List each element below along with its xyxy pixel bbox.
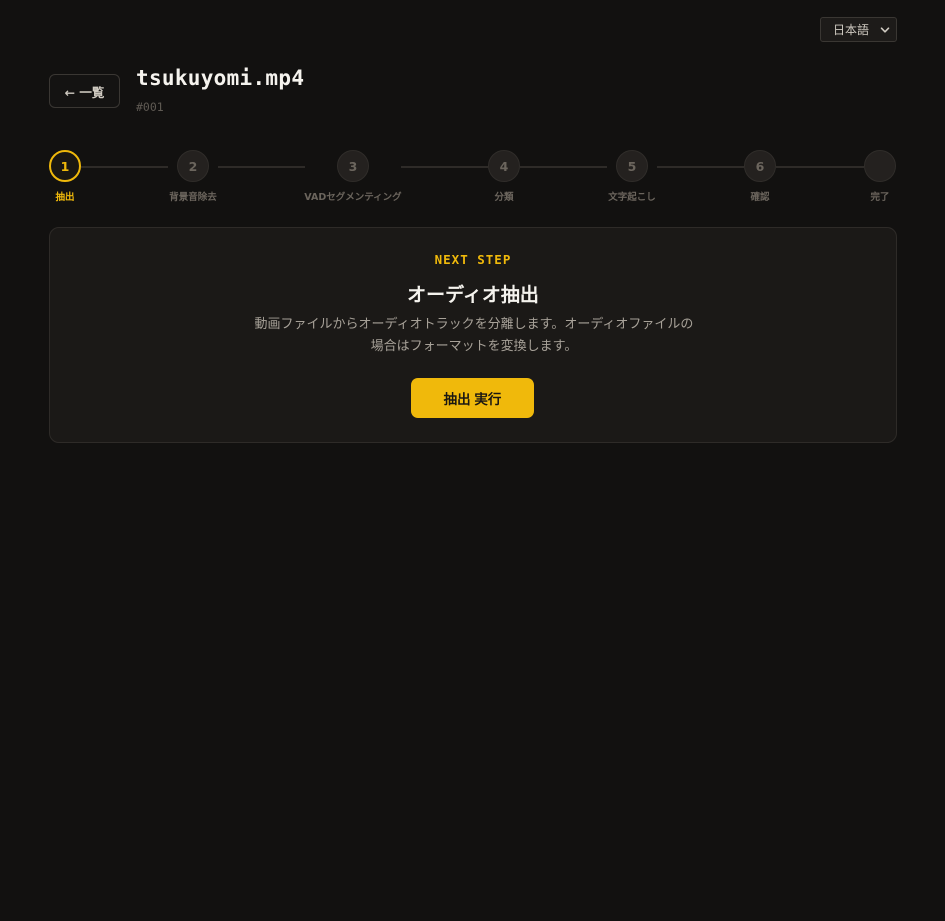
card-description: 動画ファイルからオーディオトラックを分離します。オーディオファイルの場合はフォー… bbox=[254, 317, 694, 354]
step-connector bbox=[218, 166, 305, 168]
step-connector bbox=[776, 166, 864, 168]
step-label: 背景音除去 bbox=[169, 192, 217, 203]
pipeline-stepper: 1 抽出 2 背景音除去 3 VADセグメンティング 4 分類 5 文字起こし … bbox=[0, 0, 945, 210]
step-circle: 3 bbox=[337, 150, 369, 182]
step-label: VADセグメンティング bbox=[304, 192, 402, 203]
step-connector bbox=[81, 166, 168, 168]
step-connector bbox=[657, 166, 744, 168]
step-connector bbox=[401, 166, 488, 168]
next-step-eyebrow: NEXT STEP bbox=[434, 252, 512, 267]
next-step-card: NEXT STEP オーディオ抽出 動画ファイルからオーディオトラックを分離しま… bbox=[49, 227, 897, 443]
run-extract-button[interactable]: 抽出 実行 bbox=[411, 378, 534, 418]
step-circle: 4 bbox=[488, 150, 520, 182]
step-circle: 1 bbox=[49, 150, 81, 182]
step-label: 完了 bbox=[870, 192, 890, 203]
card-title: オーディオ抽出 bbox=[407, 284, 539, 306]
step-circle bbox=[864, 150, 896, 182]
step-circle: 2 bbox=[177, 150, 209, 182]
step-circle: 5 bbox=[616, 150, 648, 182]
step-connector bbox=[520, 166, 607, 168]
step-circle: 6 bbox=[744, 150, 776, 182]
page: 日本語 ← 一覧 tsukuyomi.mp4 #001 1 抽出 2 背景音除去… bbox=[0, 0, 945, 921]
